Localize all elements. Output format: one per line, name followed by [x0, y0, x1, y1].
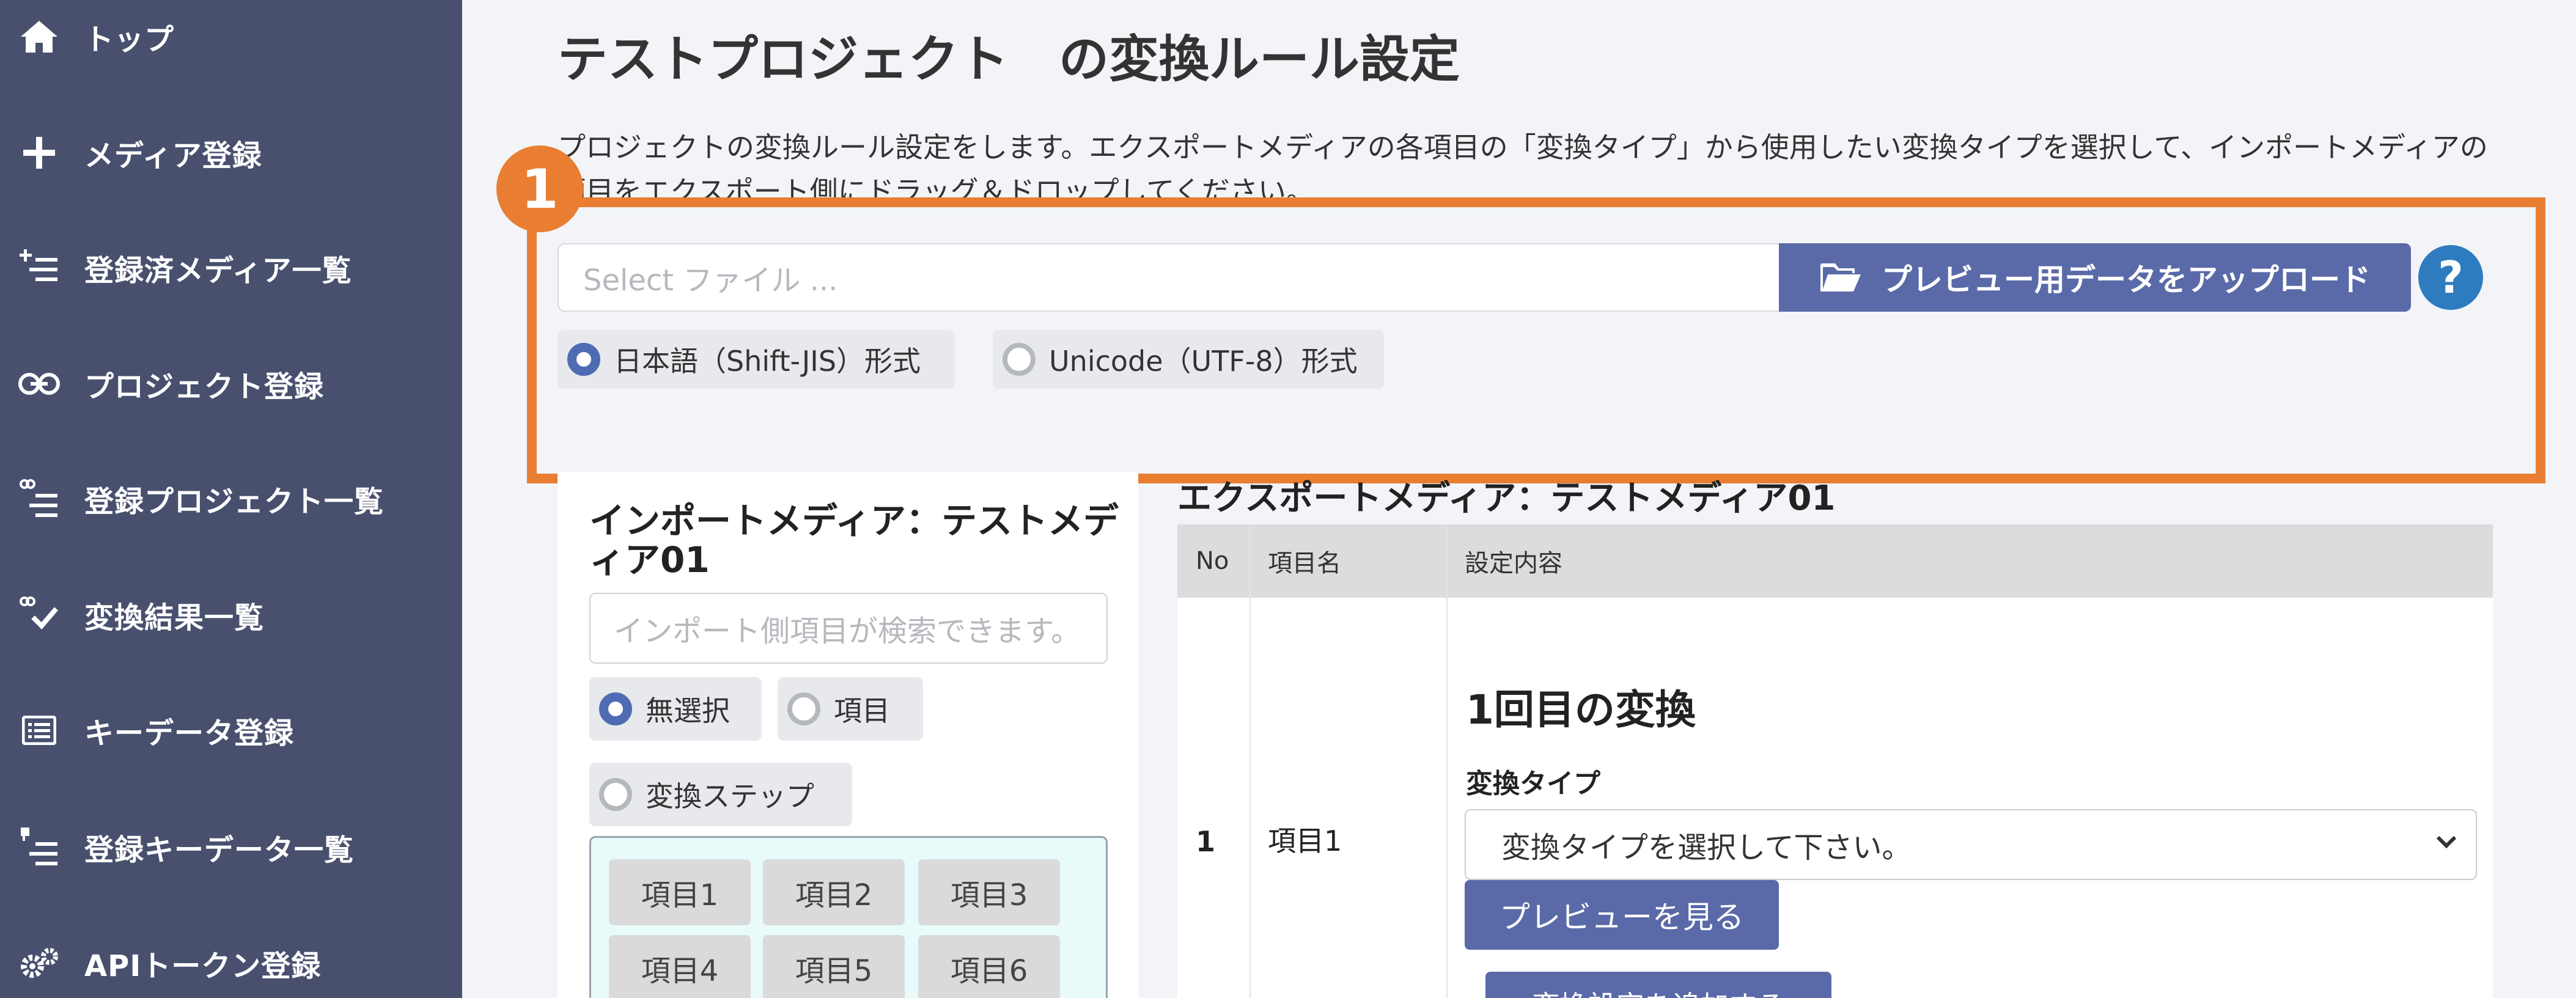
import-item-chip[interactable]: 項目2	[763, 859, 905, 925]
help-icon[interactable]: ?	[2418, 245, 2483, 310]
export-rule-table: No 項目名 設定内容	[1177, 524, 2493, 998]
sidebar-item-api-token[interactable]: APIトークン登録	[0, 914, 462, 998]
sidebar-item-label: プロジェクト登録	[84, 370, 325, 404]
row-item-name: 項目1	[1268, 824, 1342, 857]
import-item-chip[interactable]: 項目6	[918, 935, 1060, 998]
conversion-type-label: 変換タイプ	[1466, 768, 1600, 799]
column-header-settings: 設定内容	[1465, 549, 1562, 578]
sidebar-item-label: キーデータ登録	[84, 716, 295, 750]
home-icon	[15, 12, 64, 61]
sidebar-item-label: メディア登録	[84, 139, 262, 173]
import-media-title: インポートメディア：テストメディア01	[589, 500, 1119, 581]
sidebar-item-project-register[interactable]: プロジェクト登録	[0, 335, 462, 433]
link-check-icon	[15, 590, 64, 639]
sidebar: トップ メディア登録 登録済メディア一覧 プロジェクト登録 登録プロジェクト一覧…	[0, 0, 462, 998]
radio-unchecked-icon	[599, 778, 632, 811]
page-title: テストプロジェクト の変換ルール設定	[558, 31, 1460, 89]
radio-checked-icon	[599, 692, 632, 725]
column-header-no: No	[1196, 547, 1229, 575]
radio-shift-jis[interactable]: 日本語（Shift-JIS）形式	[558, 330, 955, 389]
plus-icon	[15, 128, 64, 177]
radio-filter-none[interactable]: 無選択	[589, 677, 762, 741]
radio-filter-step[interactable]: 変換ステップ	[589, 763, 852, 826]
radio-label: 日本語（Shift-JIS）形式	[614, 345, 921, 378]
folder-open-icon	[1820, 263, 1861, 292]
sidebar-item-top[interactable]: トップ	[0, 0, 462, 86]
chevron-down-icon	[2436, 835, 2457, 849]
sidebar-item-media-list[interactable]: 登録済メディア一覧	[0, 219, 462, 317]
upload-button-label: プレビュー用データをアップロード	[1882, 262, 2371, 298]
gears-icon	[15, 939, 64, 988]
column-divider	[1249, 524, 1251, 998]
link-list-icon	[15, 474, 64, 523]
file-select-input[interactable]: Select ファイル ...	[558, 243, 1780, 312]
list-add-icon	[15, 243, 64, 292]
radio-unchecked-icon	[1003, 343, 1036, 376]
sidebar-item-keydata-list[interactable]: 登録キーデータ一覧	[0, 798, 462, 896]
callout-badge: 1	[496, 145, 583, 232]
sidebar-item-label: 登録キーデータ一覧	[84, 833, 355, 867]
sidebar-item-keydata-register[interactable]: キーデータ登録	[0, 681, 462, 779]
select-value: 変換タイプを選択して下さい。	[1501, 831, 1912, 865]
upload-preview-data-button[interactable]: プレビュー用データをアップロード	[1779, 243, 2411, 312]
column-header-name: 項目名	[1268, 549, 1341, 578]
export-media-title: エクスポートメディア：テストメディア01	[1177, 479, 1836, 518]
column-divider	[1446, 524, 1448, 998]
add-conversion-button[interactable]: 変換設定を追加する	[1485, 972, 1831, 998]
sidebar-item-label: トップ	[84, 23, 175, 57]
radio-label: Unicode（UTF-8）形式	[1049, 345, 1358, 378]
radio-label: 変換ステップ	[646, 780, 814, 813]
radio-utf8[interactable]: Unicode（UTF-8）形式	[993, 330, 1384, 389]
key-list-icon	[15, 823, 64, 871]
sidebar-item-label: 登録済メディア一覧	[84, 254, 352, 288]
radio-label: 項目	[834, 694, 890, 727]
radio-checked-icon	[567, 343, 600, 376]
link-icon	[15, 359, 64, 408]
sidebar-item-label: APIトークン登録	[84, 949, 322, 983]
conversion-type-select[interactable]: 変換タイプを選択して下さい。	[1465, 809, 2477, 880]
sidebar-item-project-list[interactable]: 登録プロジェクト一覧	[0, 450, 462, 548]
import-item-chip[interactable]: 項目3	[918, 859, 1060, 925]
conversion-heading: 1回目の変換	[1466, 686, 1696, 733]
radio-label: 無選択	[646, 694, 730, 727]
row-number: 1	[1196, 825, 1216, 858]
radio-unchecked-icon	[787, 692, 820, 725]
radio-filter-item[interactable]: 項目	[778, 677, 923, 741]
sidebar-item-label: 変換結果一覧	[84, 601, 265, 635]
sidebar-item-result-list[interactable]: 変換結果一覧	[0, 566, 462, 664]
import-item-chip[interactable]: 項目1	[609, 859, 751, 925]
sidebar-item-media-register[interactable]: メディア登録	[0, 104, 462, 202]
import-search-input[interactable]: インポート側項目が検索できます。	[589, 593, 1108, 664]
sidebar-item-label: 登録プロジェクト一覧	[84, 485, 385, 519]
preview-button[interactable]: プレビューを見る	[1465, 880, 1779, 950]
import-item-chip[interactable]: 項目5	[763, 935, 905, 998]
table-list-icon	[15, 706, 64, 755]
import-item-chip[interactable]: 項目4	[609, 935, 751, 998]
